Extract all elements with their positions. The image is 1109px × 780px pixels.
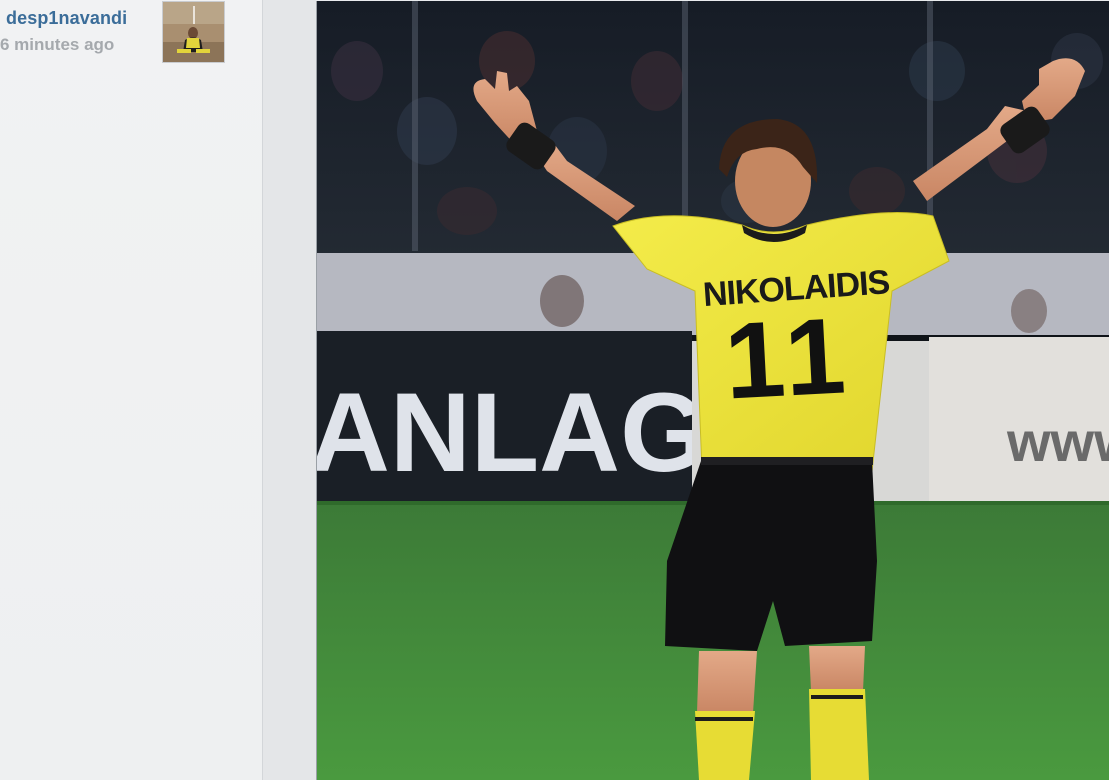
timestamp: 6 minutes ago bbox=[0, 35, 115, 54]
post-header: desp1navandi 6 minutes ago bbox=[0, 0, 230, 66]
right-leg bbox=[809, 646, 865, 691]
left-leg bbox=[697, 651, 757, 713]
right-sock bbox=[809, 689, 869, 780]
left-column bbox=[0, 0, 263, 780]
post-photo[interactable]: ANLAGE www NIKOLAIDIS 11 bbox=[316, 1, 1109, 780]
gutter bbox=[263, 0, 316, 780]
avatar[interactable] bbox=[162, 1, 225, 63]
football-player-photo: ANLAGE www NIKOLAIDIS 11 bbox=[317, 1, 1109, 780]
left-sock bbox=[695, 711, 755, 780]
jersey-number: 11 bbox=[722, 294, 854, 421]
username-link[interactable]: desp1navandi bbox=[6, 8, 127, 29]
avatar-image bbox=[163, 2, 224, 62]
ad-board-right-text: www bbox=[1006, 410, 1109, 473]
